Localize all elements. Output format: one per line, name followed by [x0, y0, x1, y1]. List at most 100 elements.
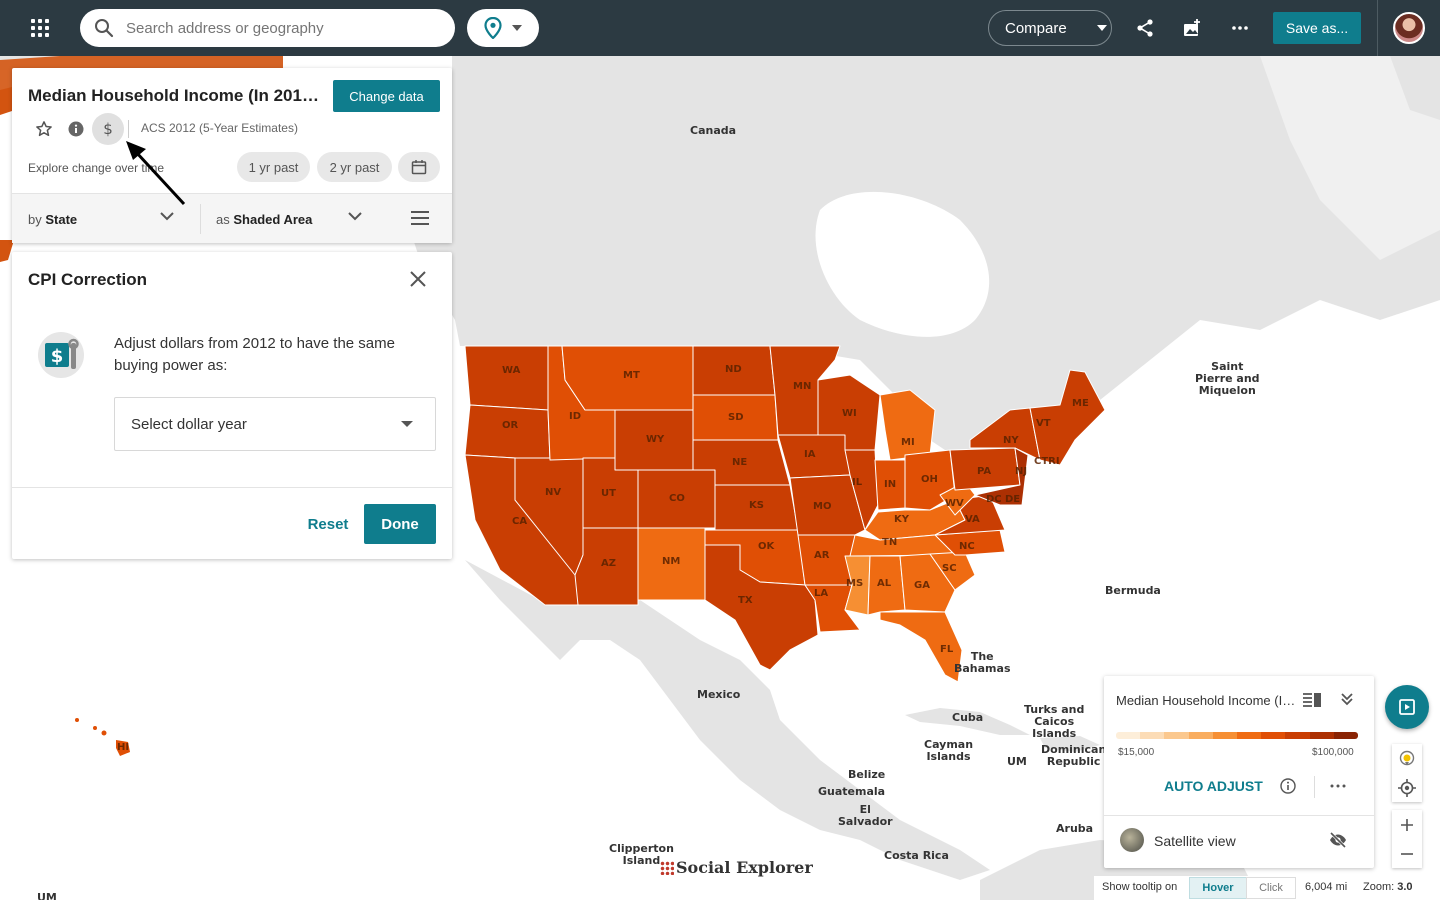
- state-label: NV: [545, 487, 562, 498]
- chevron-down-icon[interactable]: [348, 212, 362, 221]
- divider: [200, 204, 201, 234]
- info-icon[interactable]: [60, 113, 92, 145]
- hamburger-menu-icon[interactable]: [410, 211, 430, 225]
- map-label-cayman: Cayman Islands: [924, 738, 974, 763]
- satellite-view-label: Satellite view: [1154, 833, 1236, 849]
- presentation-fab[interactable]: [1385, 685, 1429, 729]
- legend-color-swatch: [1212, 732, 1238, 739]
- lightbulb-pin-icon[interactable]: [1392, 744, 1422, 773]
- state-label: VA: [965, 514, 980, 525]
- tooltip-label: Show tooltip on: [1102, 881, 1178, 893]
- state-label: NC: [959, 541, 975, 552]
- state-label: VT: [1036, 418, 1051, 429]
- state-label: ID: [569, 411, 582, 422]
- search-box[interactable]: [80, 9, 455, 47]
- legend-color-scale: [1116, 732, 1358, 739]
- zoom-in-button[interactable]: [1392, 810, 1422, 839]
- legend-title: Median Household Income (In 2012 Inflati…: [1116, 693, 1296, 708]
- zoom-out-button[interactable]: [1392, 839, 1422, 868]
- my-location-icon[interactable]: [1392, 773, 1422, 802]
- cpi-description: Adjust dollars from 2012 to have the sam…: [114, 335, 395, 374]
- auto-adjust-button[interactable]: AUTO ADJUST: [1164, 778, 1263, 794]
- compare-label: Compare: [1005, 19, 1067, 37]
- legend-max-label: $100,000: [1312, 747, 1354, 758]
- legend-color-swatch: [1261, 732, 1286, 739]
- brand-name: Social Explorer: [676, 858, 813, 877]
- state-label: MI: [901, 437, 915, 448]
- location-button[interactable]: [467, 9, 539, 47]
- state-label: NE: [732, 457, 748, 468]
- dollar-year-select[interactable]: Select dollar year: [114, 397, 436, 451]
- legend-color-swatch: [1188, 732, 1213, 739]
- state-label: KS: [749, 500, 764, 511]
- close-icon[interactable]: [408, 269, 428, 289]
- done-button[interactable]: Done: [364, 504, 436, 544]
- select-value: Select dollar year: [131, 415, 247, 433]
- state-label: AR: [814, 550, 830, 561]
- reset-button[interactable]: Reset: [292, 504, 364, 544]
- dollar-wrench-icon: $: [38, 332, 84, 378]
- state-label: SC: [942, 563, 957, 574]
- compare-button[interactable]: Compare: [988, 10, 1112, 46]
- two-year-past-chip[interactable]: 2 yr past: [317, 152, 392, 182]
- data-source: ACS 2012 (5-Year Estimates): [141, 121, 298, 135]
- info-icon[interactable]: [1280, 778, 1296, 794]
- chevron-down-icon: [1096, 25, 1107, 31]
- state-label: MT: [623, 370, 640, 381]
- geography-level-selector[interactable]: by State: [28, 212, 77, 227]
- state-label: IA: [804, 449, 816, 460]
- svg-text:$: $: [51, 346, 64, 367]
- map-footer: Show tooltip on Hover Click 6,004 mi Zoo…: [1094, 876, 1440, 900]
- dollar-icon[interactable]: $: [92, 113, 124, 145]
- satellite-thumbnail[interactable]: [1120, 828, 1144, 852]
- search-input[interactable]: [126, 19, 426, 37]
- tooltip-click-toggle[interactable]: Click: [1246, 877, 1296, 899]
- divider: [1314, 776, 1315, 798]
- state-label: UT: [601, 488, 616, 499]
- data-panel: Median Household Income (In 2012 Inflati…: [12, 68, 452, 243]
- divider: [12, 487, 452, 488]
- state-label: SD: [728, 412, 744, 423]
- calendar-icon[interactable]: [398, 152, 440, 182]
- by-value: State: [45, 212, 78, 227]
- save-as-button[interactable]: Save as...: [1273, 12, 1361, 44]
- brand-logo: Social Explorer: [660, 858, 813, 877]
- eye-off-icon[interactable]: [1329, 832, 1347, 848]
- map-label-um: UM: [1007, 755, 1027, 768]
- star-icon[interactable]: [28, 113, 60, 145]
- state-wa: [464, 345, 549, 411]
- state-label: OK: [758, 541, 775, 552]
- legend-layout-icon[interactable]: [1302, 692, 1322, 708]
- state-label: KY: [894, 514, 909, 525]
- collapse-icon[interactable]: [1340, 692, 1354, 706]
- plus-icon: [1401, 818, 1413, 831]
- map-label-aruba: Aruba: [1056, 822, 1094, 835]
- map-label-bahamas: The Bahamas: [954, 650, 1011, 675]
- state-label: HI: [117, 742, 130, 753]
- explore-label: Explore change over time: [28, 161, 165, 175]
- cpi-correction-panel: CPI Correction $ Adjust dollars from 201…: [12, 252, 452, 559]
- share-icon[interactable]: [1133, 16, 1157, 40]
- legend-color-swatch: [1237, 732, 1262, 739]
- state-label: PA: [977, 466, 992, 477]
- more-options-icon[interactable]: [1330, 784, 1346, 788]
- divider: [1104, 815, 1374, 816]
- state-label: WV: [945, 498, 964, 509]
- state-label: TN: [882, 537, 898, 548]
- avatar[interactable]: [1393, 12, 1425, 44]
- one-year-past-chip[interactable]: 1 yr past: [237, 152, 310, 182]
- more-options-icon[interactable]: [1228, 16, 1252, 40]
- visualization-type-selector[interactable]: as Shaded Area: [216, 212, 312, 227]
- top-bar: Compare Save as...: [0, 0, 1440, 56]
- chevron-down-icon[interactable]: [160, 212, 174, 221]
- map-label-dominican: Dominican Republic: [1041, 743, 1107, 768]
- as-value: Shaded Area: [233, 212, 313, 227]
- map-label-saint-pierre: Saint Pierre and Miquelon: [1195, 360, 1260, 397]
- divider: [128, 120, 129, 138]
- panel-title: Median Household Income (In 2012 Inflati…: [28, 86, 328, 105]
- state-label: CA: [512, 516, 528, 527]
- export-image-icon[interactable]: [1180, 16, 1204, 40]
- change-data-button[interactable]: Change data: [333, 80, 440, 112]
- apps-grid-icon[interactable]: [24, 14, 56, 42]
- tooltip-hover-toggle[interactable]: Hover: [1189, 877, 1247, 899]
